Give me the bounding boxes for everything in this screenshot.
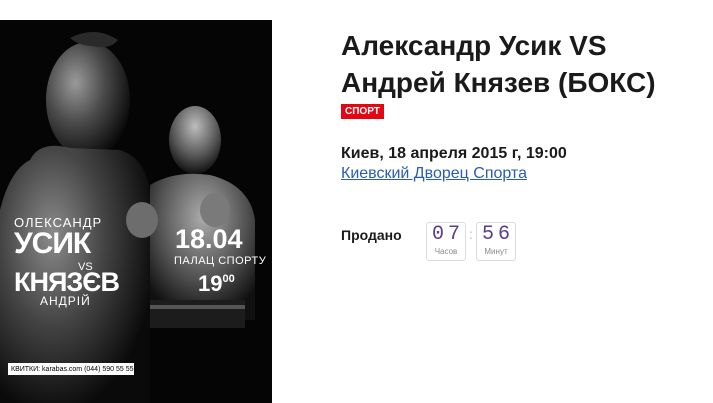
event-poster: ОЛЕКСАНДР УСИК VS КНЯЗЄВ АНДРІЙ 18.04 ПА… [0,20,272,403]
minutes-unit: Минут [484,247,508,256]
poster-tickets-strip: КВИТКИ: karabas.com (044) 590 55 55 [8,363,134,375]
category-badge[interactable]: СПОРТ [341,104,384,119]
hours-box: 07 Часов [426,222,466,261]
poster-time-minutes: 00 [222,273,235,285]
minutes-box: 56 Минут [476,222,516,261]
venue-link[interactable]: Киевский Дворец Спорта [341,165,527,183]
poster-last-name-1: УСИК [14,227,91,260]
poster-time-hours: 19 [198,271,223,296]
poster-date: 18.04 [175,224,243,254]
sold-timer: 07 Часов : 56 Минут [426,222,516,261]
event-title: Александр Усик VS Андрей Князев (БОКС) [341,30,656,98]
minutes-value: 56 [481,223,514,246]
poster-venue: ПАЛАЦ СПОРТУ [174,255,267,267]
timer-separator: : [469,226,473,242]
event-datetime: Киев, 18 апреля 2015 г, 19:00 [341,145,567,162]
sold-label: Продано [341,227,402,243]
poster-artwork [0,20,272,403]
hours-unit: Часов [434,247,458,256]
hours-value: 07 [431,223,464,246]
poster-first-name-2: АНДРІЙ [40,294,91,308]
poster-time: 1900 [198,271,235,297]
